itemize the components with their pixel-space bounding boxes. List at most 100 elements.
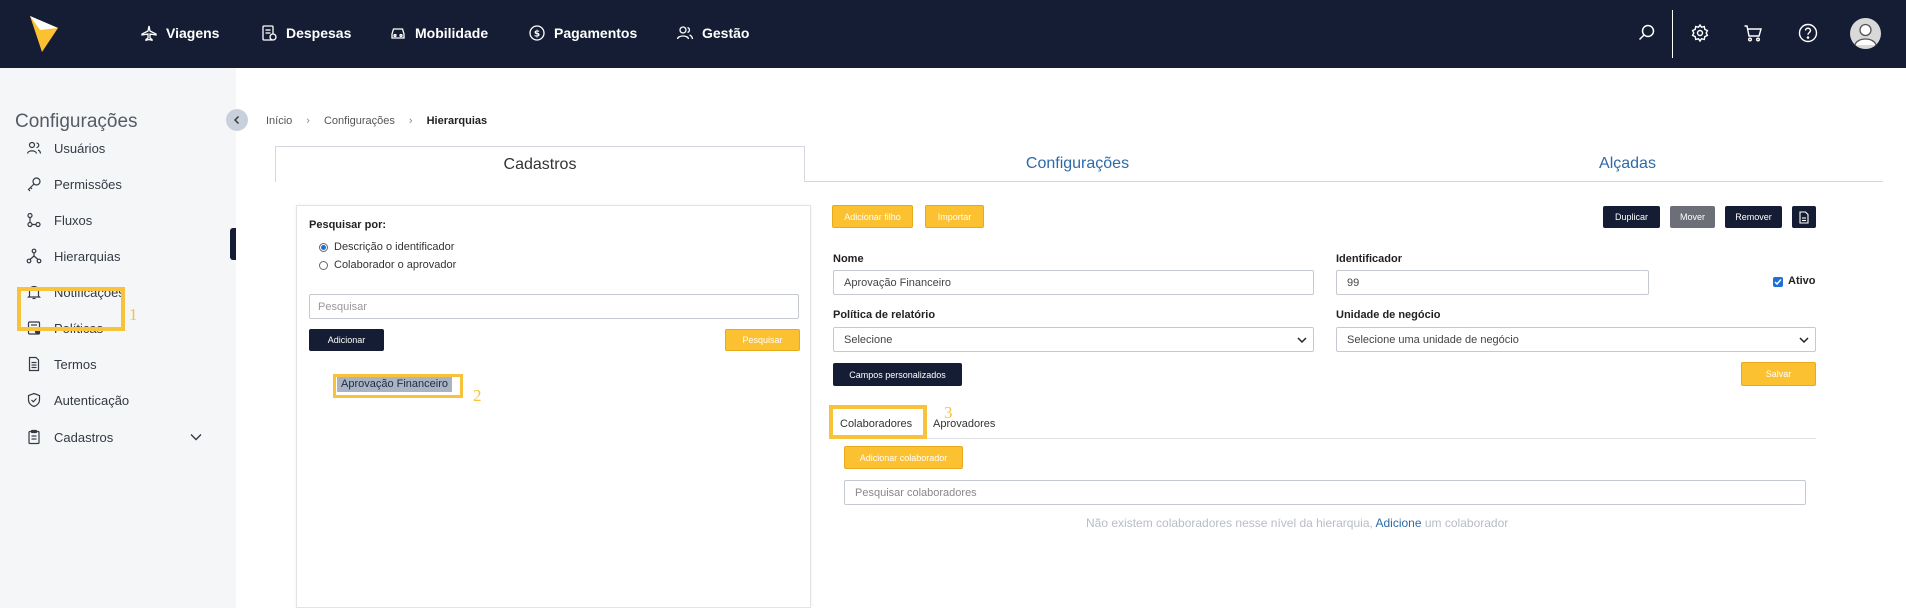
tab-configuracoes[interactable]: Configurações (805, 146, 1350, 182)
collaborator-search-input[interactable]: Pesquisar colaboradores (844, 480, 1806, 505)
nav-item-despesas[interactable]: Despesas (260, 22, 351, 44)
breadcrumb: Início › Configurações › Hierarquias (266, 115, 487, 127)
hierarchy-tree-panel: Pesquisar por: Descrição o identificador… (296, 205, 811, 608)
add-child-button[interactable]: Adicionar filho (832, 205, 913, 228)
highlight-box-2 (333, 374, 463, 398)
radio-label: Colaborador o aprovador (334, 259, 457, 271)
name-field[interactable]: Aprovação Financeiro (833, 270, 1314, 295)
chevron-left-icon (234, 116, 239, 124)
chevron-down-icon (1799, 336, 1809, 343)
empty-collaborators-message: Não existem colaboradores nesse nível da… (1086, 516, 1508, 530)
identifier-field[interactable]: 99 (1336, 270, 1649, 295)
top-navbar: Viagens Despesas Mobilidade $ Pagamentos… (0, 0, 1906, 68)
shield-icon (27, 392, 41, 408)
chevron-right-icon: › (306, 115, 310, 127)
sidebar-item-label: Permissões (54, 176, 122, 192)
business-unit-label: Unidade de negócio (1336, 309, 1441, 321)
select-value: Selecione (844, 333, 893, 346)
search-button[interactable]: Pesquisar (725, 329, 800, 351)
sidebar-item-fluxos[interactable]: Fluxos (26, 209, 92, 231)
avatar[interactable] (1850, 18, 1881, 49)
radio-label: Descrição o identificador (334, 241, 455, 253)
breadcrumb-item-current: Hierarquias (426, 115, 488, 127)
nav-item-pagamentos[interactable]: $ Pagamentos (528, 22, 637, 44)
file-icon (1799, 210, 1809, 224)
add-collaborator-link[interactable]: Adicione (1376, 516, 1422, 530)
annotation-number-2: 2 (473, 386, 482, 405)
user-avatar-icon (1854, 23, 1877, 46)
add-button[interactable]: Adicionar (309, 329, 384, 351)
nav-label: Mobilidade (415, 25, 489, 41)
nav-item-mobilidade[interactable]: Mobilidade (389, 22, 488, 44)
nav-label: Pagamentos (554, 25, 638, 41)
dollar-icon: $ (529, 25, 545, 41)
clipboard-icon (28, 429, 40, 445)
sidebar-item-label: Autenticação (54, 392, 130, 408)
nav-label: Viagens (166, 25, 220, 41)
radio-collaborator-approver[interactable]: Colaborador o aprovador (319, 259, 456, 271)
tab-alcadas[interactable]: Alçadas (1350, 146, 1905, 182)
report-policy-select[interactable]: Selecione (833, 327, 1314, 352)
add-collaborator-button[interactable]: Adicionar colaborador (844, 446, 963, 469)
logo-icon[interactable] (28, 14, 60, 54)
users-icon (26, 141, 42, 154)
tab-aprovadores[interactable]: Aprovadores (933, 418, 995, 430)
search-icon[interactable] (1636, 22, 1658, 44)
sub-tab-line (833, 438, 1816, 439)
radio-button[interactable] (319, 260, 328, 270)
sidebar-item-label: Hierarquias (54, 248, 121, 264)
collapse-sidebar-button[interactable] (226, 109, 248, 131)
radio-button[interactable] (319, 242, 328, 252)
tab-underline (805, 181, 1883, 182)
remove-button[interactable]: Remover (1725, 206, 1782, 228)
business-unit-select[interactable]: Selecione uma unidade de negócio (1336, 327, 1816, 352)
breadcrumb-item-inicio[interactable]: Início (266, 115, 292, 127)
active-label: Ativo (1788, 275, 1816, 287)
export-button[interactable] (1792, 206, 1816, 228)
sidebar-item-label: Termos (54, 356, 97, 372)
highlight-box-1 (17, 287, 125, 331)
move-button[interactable]: Mover (1670, 206, 1715, 228)
tab-cadastros[interactable]: Cadastros (275, 146, 805, 182)
active-checkbox[interactable] (1773, 277, 1783, 287)
sidebar-title: Configurações (15, 111, 138, 132)
tree-search-input[interactable]: Pesquisar (309, 294, 799, 319)
check-icon (1774, 279, 1782, 286)
import-button[interactable]: Importar (925, 205, 984, 228)
users-icon (676, 26, 694, 40)
sidebar-item-permissoes[interactable]: Permissões (26, 173, 122, 195)
gear-icon[interactable] (1689, 22, 1711, 44)
car-icon (391, 28, 405, 39)
radio-description-identifier[interactable]: Descrição o identificador (319, 241, 454, 253)
search-by-label: Pesquisar por: (309, 219, 387, 231)
sidebar-item-autenticacao[interactable]: Autenticação (26, 389, 129, 411)
svg-text:$: $ (534, 30, 540, 40)
report-policy-label: Política de relatório (833, 309, 936, 321)
chevron-down-icon[interactable] (190, 432, 202, 442)
sidebar-item-usuarios[interactable]: Usuários (26, 137, 105, 159)
breadcrumb-item-configuracoes[interactable]: Configurações (324, 115, 395, 127)
active-indicator (230, 228, 236, 260)
sidebar-item-label: Usuários (54, 140, 106, 156)
sidebar-item-cadastros[interactable]: Cadastros (26, 426, 113, 448)
empty-msg-text: um colaborador (1424, 516, 1509, 530)
select-value: Selecione uma unidade de negócio (1347, 333, 1519, 346)
duplicate-button[interactable]: Duplicar (1603, 206, 1660, 228)
top-divider (1672, 10, 1673, 58)
custom-fields-button[interactable]: Campos personalizados (833, 363, 962, 386)
identifier-label: Identificador (1336, 253, 1403, 265)
name-label: Nome (833, 253, 864, 265)
nav-item-gestao[interactable]: Gestão (676, 22, 749, 44)
sidebar-item-label: Cadastros (54, 429, 114, 445)
save-button[interactable]: Salvar (1741, 362, 1816, 386)
chevron-right-icon: › (408, 115, 413, 127)
sidebar-item-hierarquias[interactable]: Hierarquias (26, 245, 120, 267)
sidebar-item-termos[interactable]: Termos (26, 353, 97, 375)
nav-label: Gestão (702, 25, 750, 41)
cart-icon[interactable] (1742, 22, 1764, 44)
sidebar: Configurações Usuários Permissões Fluxos… (0, 68, 236, 608)
help-icon[interactable] (1797, 22, 1819, 44)
nav-item-viagens[interactable]: Viagens (140, 22, 219, 44)
receipt-icon (262, 25, 277, 41)
sidebar-item-label: Fluxos (54, 212, 93, 228)
